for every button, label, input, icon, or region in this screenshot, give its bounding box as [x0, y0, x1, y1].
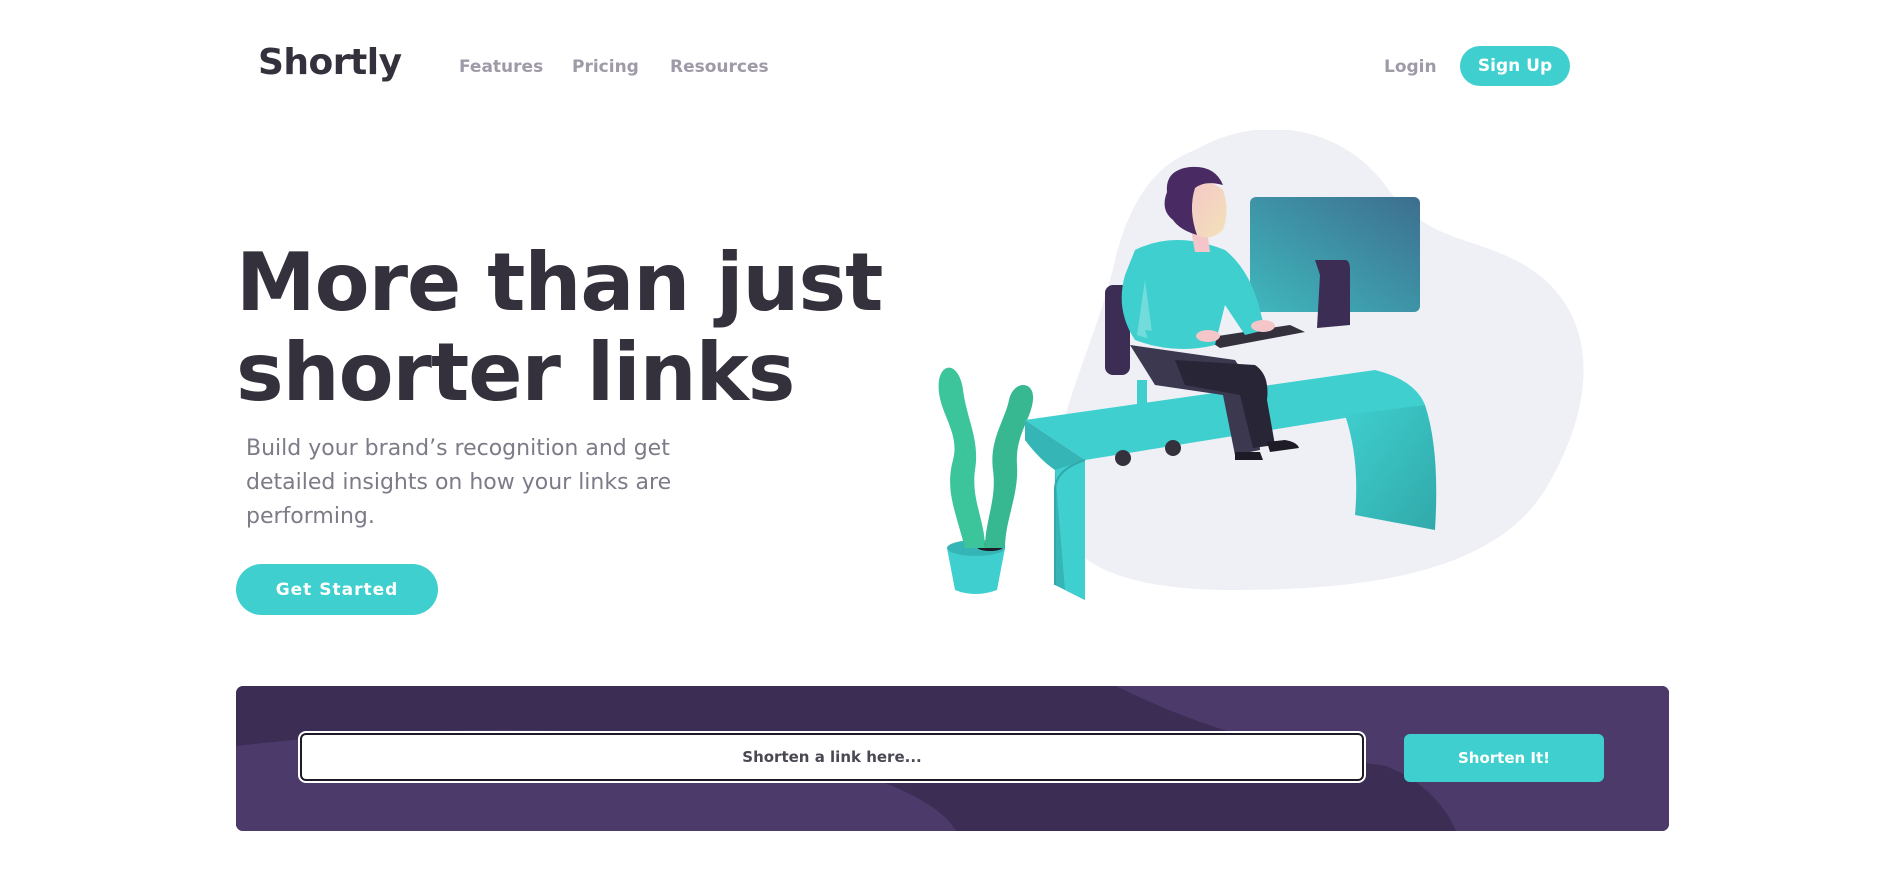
hero-title: More than just shorter links: [236, 236, 883, 419]
desk-leg-right: [1345, 405, 1437, 530]
shorten-panel: Shorten It!: [236, 686, 1669, 831]
hero-title-line-2: shorter links: [236, 326, 795, 419]
monitor-stand: [1315, 260, 1350, 328]
logo[interactable]: Shortly: [258, 42, 402, 83]
get-started-button[interactable]: Get Started: [236, 564, 438, 615]
hero-title-line-1: More than just: [236, 236, 883, 329]
signup-button[interactable]: Sign Up: [1460, 46, 1570, 86]
shorten-link-input[interactable]: [298, 731, 1366, 783]
working-illustration: [938, 130, 1584, 600]
hero-subtitle: Build your brand’s recognition and get d…: [246, 436, 672, 529]
nav-link-pricing[interactable]: Pricing: [572, 57, 639, 77]
login-link[interactable]: Login: [1384, 57, 1437, 77]
shorten-it-button[interactable]: Shorten It!: [1404, 734, 1604, 782]
nav-link-resources[interactable]: Resources: [670, 57, 769, 77]
landing-page: Shortly Features Pricing Resources Login…: [0, 0, 1895, 872]
plant-leaves: [938, 367, 985, 548]
nav-link-features[interactable]: Features: [459, 57, 543, 77]
